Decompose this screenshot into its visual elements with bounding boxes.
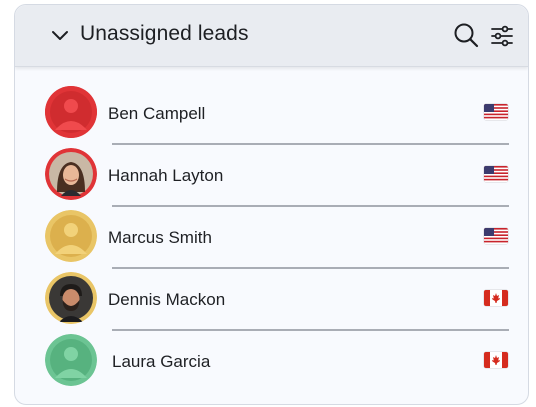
user-placeholder-icon [45, 334, 97, 386]
panel-title: Unassigned leads [80, 22, 249, 45]
us-flag-icon [484, 104, 508, 120]
us-flag-icon [484, 166, 508, 182]
lead-row[interactable]: Ben Campell [15, 67, 528, 145]
lead-name: Dennis Mackon [108, 290, 226, 309]
filter-sliders-icon[interactable] [490, 24, 514, 48]
panel-header: Unassigned leads [15, 5, 528, 67]
lead-name: Laura Garcia [112, 352, 211, 371]
canada-flag-icon [484, 352, 508, 368]
us-flag-icon [484, 228, 508, 244]
lead-name: Ben Campell [108, 104, 206, 123]
chevron-down-icon[interactable] [50, 25, 70, 45]
avatar [45, 334, 97, 386]
lead-row[interactable]: Dennis Mackon [15, 253, 528, 331]
canada-flag-icon [484, 290, 508, 306]
lead-row[interactable]: Laura Garcia [15, 315, 528, 386]
search-icon[interactable] [453, 22, 479, 48]
lead-name: Marcus Smith [108, 228, 212, 247]
lead-row[interactable]: Marcus Smith [15, 191, 528, 269]
lead-row[interactable]: Hannah Layton [15, 129, 528, 207]
lead-name: Hannah Layton [108, 166, 224, 185]
unassigned-leads-panel: Unassigned leads Ben Campell Hannah Layt… [14, 4, 529, 405]
